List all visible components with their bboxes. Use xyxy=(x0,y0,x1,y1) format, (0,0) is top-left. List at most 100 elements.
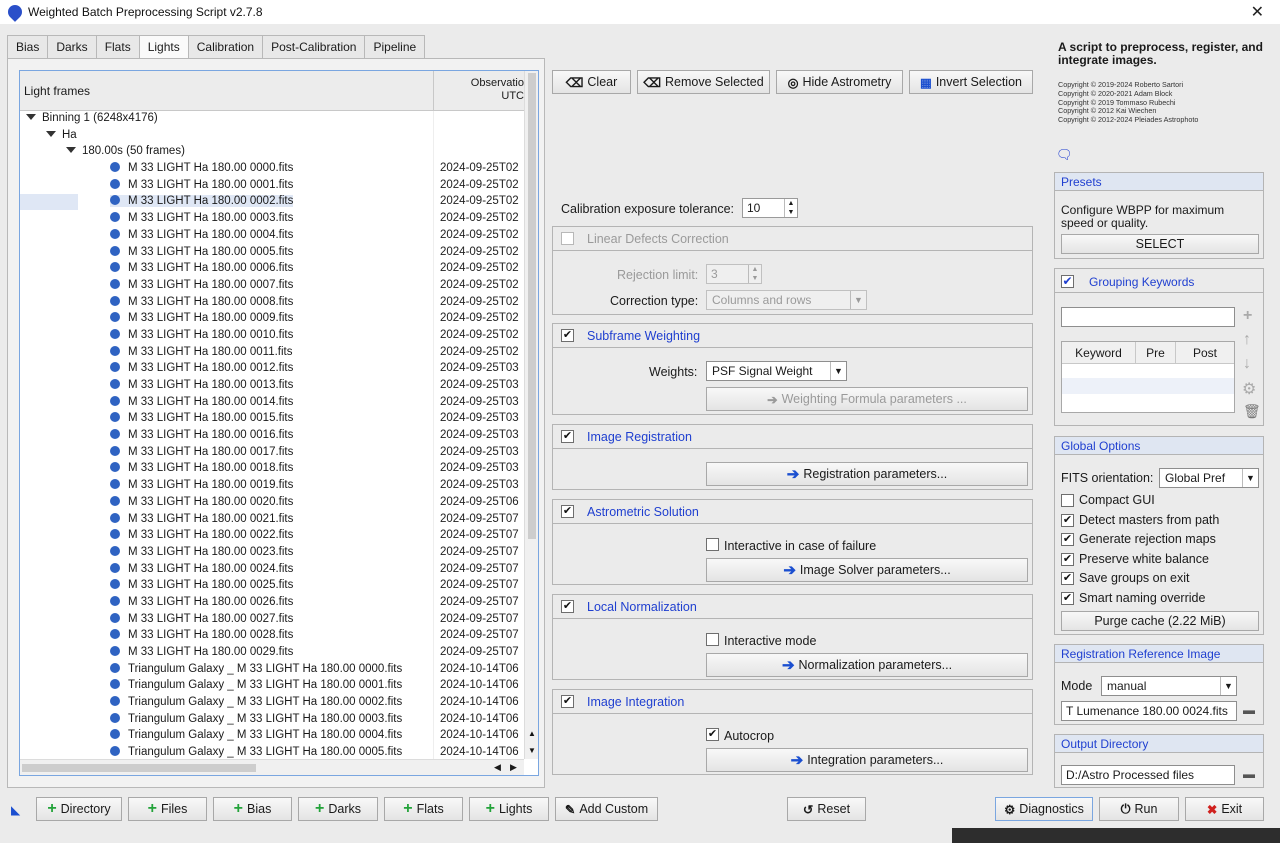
list-item[interactable]: M 33 LIGHT Ha 180.00 0006.fits 2024-09-25… xyxy=(20,261,524,278)
file-name[interactable]: M 33 LIGHT Ha 180.00 0020.fits xyxy=(110,495,293,508)
list-item[interactable]: Triangulum Galaxy _ M 33 LIGHT Ha 180.00… xyxy=(20,728,524,745)
normalization-parameters-button[interactable]: ➔ Normalization parameters... xyxy=(706,653,1028,677)
list-item[interactable]: M 33 LIGHT Ha 180.00 0025.fits 2024-09-25… xyxy=(20,578,524,595)
file-name[interactable]: M 33 LIGHT Ha 180.00 0028.fits xyxy=(110,629,293,641)
spinner-arrows-icon[interactable]: ▲ ▼ xyxy=(784,199,797,217)
list-item[interactable]: M 33 LIGHT Ha 180.00 0007.fits 2024-09-25… xyxy=(20,278,524,295)
file-name[interactable]: M 33 LIGHT Ha 180.00 0006.fits xyxy=(110,262,293,274)
file-name[interactable]: M 33 LIGHT Ha 180.00 0008.fits xyxy=(110,295,293,308)
invert-selection-button[interactable]: ▦ Invert Selection xyxy=(909,70,1033,94)
file-name[interactable]: M 33 LIGHT Ha 180.00 0005.fits xyxy=(110,245,293,258)
file-name[interactable]: M 33 LIGHT Ha 180.00 0019.fits xyxy=(110,479,293,491)
add-flats-button[interactable]: + Flats xyxy=(384,797,463,821)
file-name[interactable]: Triangulum Galaxy _ M 33 LIGHT Ha 180.00… xyxy=(110,662,402,675)
list-item[interactable]: M 33 LIGHT Ha 180.00 0017.fits 2024-09-25… xyxy=(20,445,524,462)
table-row[interactable] xyxy=(1062,378,1234,394)
file-name[interactable]: Triangulum Galaxy _ M 33 LIGHT Ha 180.00… xyxy=(110,729,402,741)
rejection-limit-spinner[interactable]: 3 ▲ ▼ xyxy=(706,264,762,284)
clear-button[interactable]: ⌫ Clear xyxy=(552,70,631,94)
list-item[interactable]: M 33 LIGHT Ha 180.00 0028.fits 2024-09-25… xyxy=(20,628,524,645)
header-observation-utc[interactable]: Observatio UTC xyxy=(440,77,524,103)
presets-select-button[interactable]: SELECT xyxy=(1061,234,1259,254)
column-header-pre[interactable]: Pre xyxy=(1136,342,1176,364)
list-item[interactable]: M 33 LIGHT Ha 180.00 0014.fits 2024-09-25… xyxy=(20,395,524,412)
file-name[interactable]: M 33 LIGHT Ha 180.00 0011.fits xyxy=(110,345,293,358)
tab-darks[interactable]: Darks xyxy=(47,35,96,59)
list-item[interactable]: M 33 LIGHT Ha 180.00 0011.fits 2024-09-25… xyxy=(20,345,524,362)
list-item[interactable]: M 33 LIGHT Ha 180.00 0023.fits 2024-09-25… xyxy=(20,545,524,562)
file-name[interactable]: M 33 LIGHT Ha 180.00 0022.fits xyxy=(110,529,293,541)
diagnostics-button[interactable]: ⚙ Diagnostics xyxy=(995,797,1093,821)
list-item[interactable]: M 33 LIGHT Ha 180.00 0024.fits 2024-09-25… xyxy=(20,562,524,579)
list-item[interactable]: M 33 LIGHT Ha 180.00 0009.fits 2024-09-25… xyxy=(20,311,524,328)
autocrop-checkbox[interactable]: ✔ xyxy=(706,728,719,741)
add-darks-button[interactable]: + Darks xyxy=(298,797,378,821)
file-name[interactable]: M 33 LIGHT Ha 180.00 0018.fits xyxy=(110,462,293,474)
reference-image-field[interactable]: T Lumenance 180.00 0024.fits xyxy=(1061,701,1237,721)
correction-type-select[interactable]: Columns and rows ▼ xyxy=(706,290,867,310)
list-item[interactable]: M 33 LIGHT Ha 180.00 0029.fits 2024-09-25… xyxy=(20,645,524,662)
file-name[interactable]: M 33 LIGHT Ha 180.00 0024.fits xyxy=(110,562,293,575)
tab-lights[interactable]: Lights xyxy=(138,35,188,59)
file-name[interactable]: M 33 LIGHT Ha 180.00 0003.fits xyxy=(110,212,293,224)
list-item[interactable]: M 33 LIGHT Ha 180.00 0004.fits 2024-09-25… xyxy=(20,228,524,245)
global-option-checkbox[interactable]: ✔ xyxy=(1061,592,1074,605)
file-name[interactable]: M 33 LIGHT Ha 180.00 0014.fits xyxy=(110,395,293,408)
image-integration-checkbox[interactable]: ✔ xyxy=(561,695,574,708)
vertical-scroll-thumb[interactable] xyxy=(528,73,536,539)
light-frames-tree[interactable]: Light frames Observatio UTC Binning 1 (62… xyxy=(19,70,539,776)
header-light-frames[interactable]: Light frames xyxy=(24,84,90,98)
scroll-right-icon[interactable]: ▶ xyxy=(510,762,517,773)
list-item[interactable]: Triangulum Galaxy _ M 33 LIGHT Ha 180.00… xyxy=(20,678,524,695)
collapse-triangle-icon[interactable] xyxy=(26,114,36,120)
weights-select[interactable]: PSF Signal Weight ▼ xyxy=(706,361,847,381)
weighting-formula-button[interactable]: ➔ Weighting Formula parameters ... xyxy=(706,387,1028,411)
column-header-post[interactable]: Post xyxy=(1176,342,1234,364)
list-item[interactable]: Triangulum Galaxy _ M 33 LIGHT Ha 180.00… xyxy=(20,662,524,679)
scroll-down-icon[interactable]: ▼ xyxy=(528,746,536,755)
file-name[interactable]: M 33 LIGHT Ha 180.00 0025.fits xyxy=(110,579,293,591)
calibration-tolerance-spinner[interactable]: 10 ▲ ▼ xyxy=(742,198,798,218)
global-option-checkbox[interactable]: ✔ xyxy=(1061,552,1074,566)
file-name[interactable]: M 33 LIGHT Ha 180.00 0013.fits xyxy=(110,379,293,391)
list-item[interactable]: M 33 LIGHT Ha 180.00 0022.fits 2024-09-25… xyxy=(20,528,524,545)
list-item[interactable]: M 33 LIGHT Ha 180.00 0005.fits 2024-09-25… xyxy=(20,245,524,262)
arrow-down-icon[interactable]: ↓ xyxy=(1243,355,1251,373)
scroll-left-icon[interactable]: ◀ xyxy=(494,762,501,773)
file-name[interactable]: M 33 LIGHT Ha 180.00 0026.fits xyxy=(110,595,293,608)
corner-icon[interactable]: ◣ xyxy=(11,803,20,817)
list-item[interactable]: M 33 LIGHT Ha 180.00 0000.fits 2024-09-25… xyxy=(20,161,524,178)
file-name[interactable]: M 33 LIGHT Ha 180.00 0029.fits xyxy=(110,646,293,658)
list-item[interactable]: M 33 LIGHT Ha 180.00 0021.fits 2024-09-25… xyxy=(20,512,524,529)
tree-node-filter[interactable]: Ha xyxy=(20,128,524,145)
global-option-checkbox[interactable]: ✔ xyxy=(1061,572,1074,586)
keyword-input[interactable] xyxy=(1061,307,1235,327)
file-name[interactable]: M 33 LIGHT Ha 180.00 0004.fits xyxy=(110,228,293,241)
horizontal-scrollbar[interactable]: ◀ ▶ xyxy=(20,759,524,775)
reset-button[interactable]: ↺ Reset xyxy=(787,797,866,821)
folder-icon[interactable]: ▬ xyxy=(1243,767,1255,781)
file-name[interactable]: M 33 LIGHT Ha 180.00 0001.fits xyxy=(110,178,293,191)
file-name[interactable]: Triangulum Galaxy _ M 33 LIGHT Ha 180.00… xyxy=(110,696,402,708)
subframe-weighting-checkbox[interactable]: ✔ xyxy=(561,329,574,342)
image-solver-parameters-button[interactable]: ➔ Image Solver parameters... xyxy=(706,558,1028,582)
integration-parameters-button[interactable]: ➔ Integration parameters... xyxy=(706,748,1028,772)
add-icon[interactable]: + xyxy=(1243,308,1252,324)
file-name[interactable]: Triangulum Galaxy _ M 33 LIGHT Ha 180.00… xyxy=(110,679,402,691)
file-name[interactable]: M 33 LIGHT Ha 180.00 0007.fits xyxy=(110,278,293,291)
list-item[interactable]: M 33 LIGHT Ha 180.00 0012.fits 2024-09-25… xyxy=(20,361,524,378)
collapse-triangle-icon[interactable] xyxy=(66,147,76,154)
grouping-keywords-checkbox[interactable]: ✔ xyxy=(1061,275,1074,288)
purge-cache-button[interactable]: Purge cache (2.22 MiB) xyxy=(1061,611,1259,631)
list-item[interactable]: M 33 LIGHT Ha 180.00 0018.fits 2024-09-25… xyxy=(20,461,524,478)
global-option-checkbox[interactable]: ✔ xyxy=(1061,513,1074,527)
file-name[interactable]: M 33 LIGHT Ha 180.00 0021.fits xyxy=(110,512,293,525)
list-item[interactable]: M 33 LIGHT Ha 180.00 0026.fits 2024-09-25… xyxy=(20,595,524,612)
interactive-mode-checkbox[interactable] xyxy=(706,633,719,646)
tab-pipeline[interactable]: Pipeline xyxy=(364,35,426,59)
comment-icon[interactable]: 🗨 xyxy=(1056,147,1073,163)
add-custom-button[interactable]: ✎ Add Custom xyxy=(555,797,658,821)
global-option-checkbox[interactable] xyxy=(1061,494,1074,507)
linear-defects-checkbox[interactable] xyxy=(561,232,574,245)
file-name[interactable]: M 33 LIGHT Ha 180.00 0010.fits xyxy=(110,328,293,341)
